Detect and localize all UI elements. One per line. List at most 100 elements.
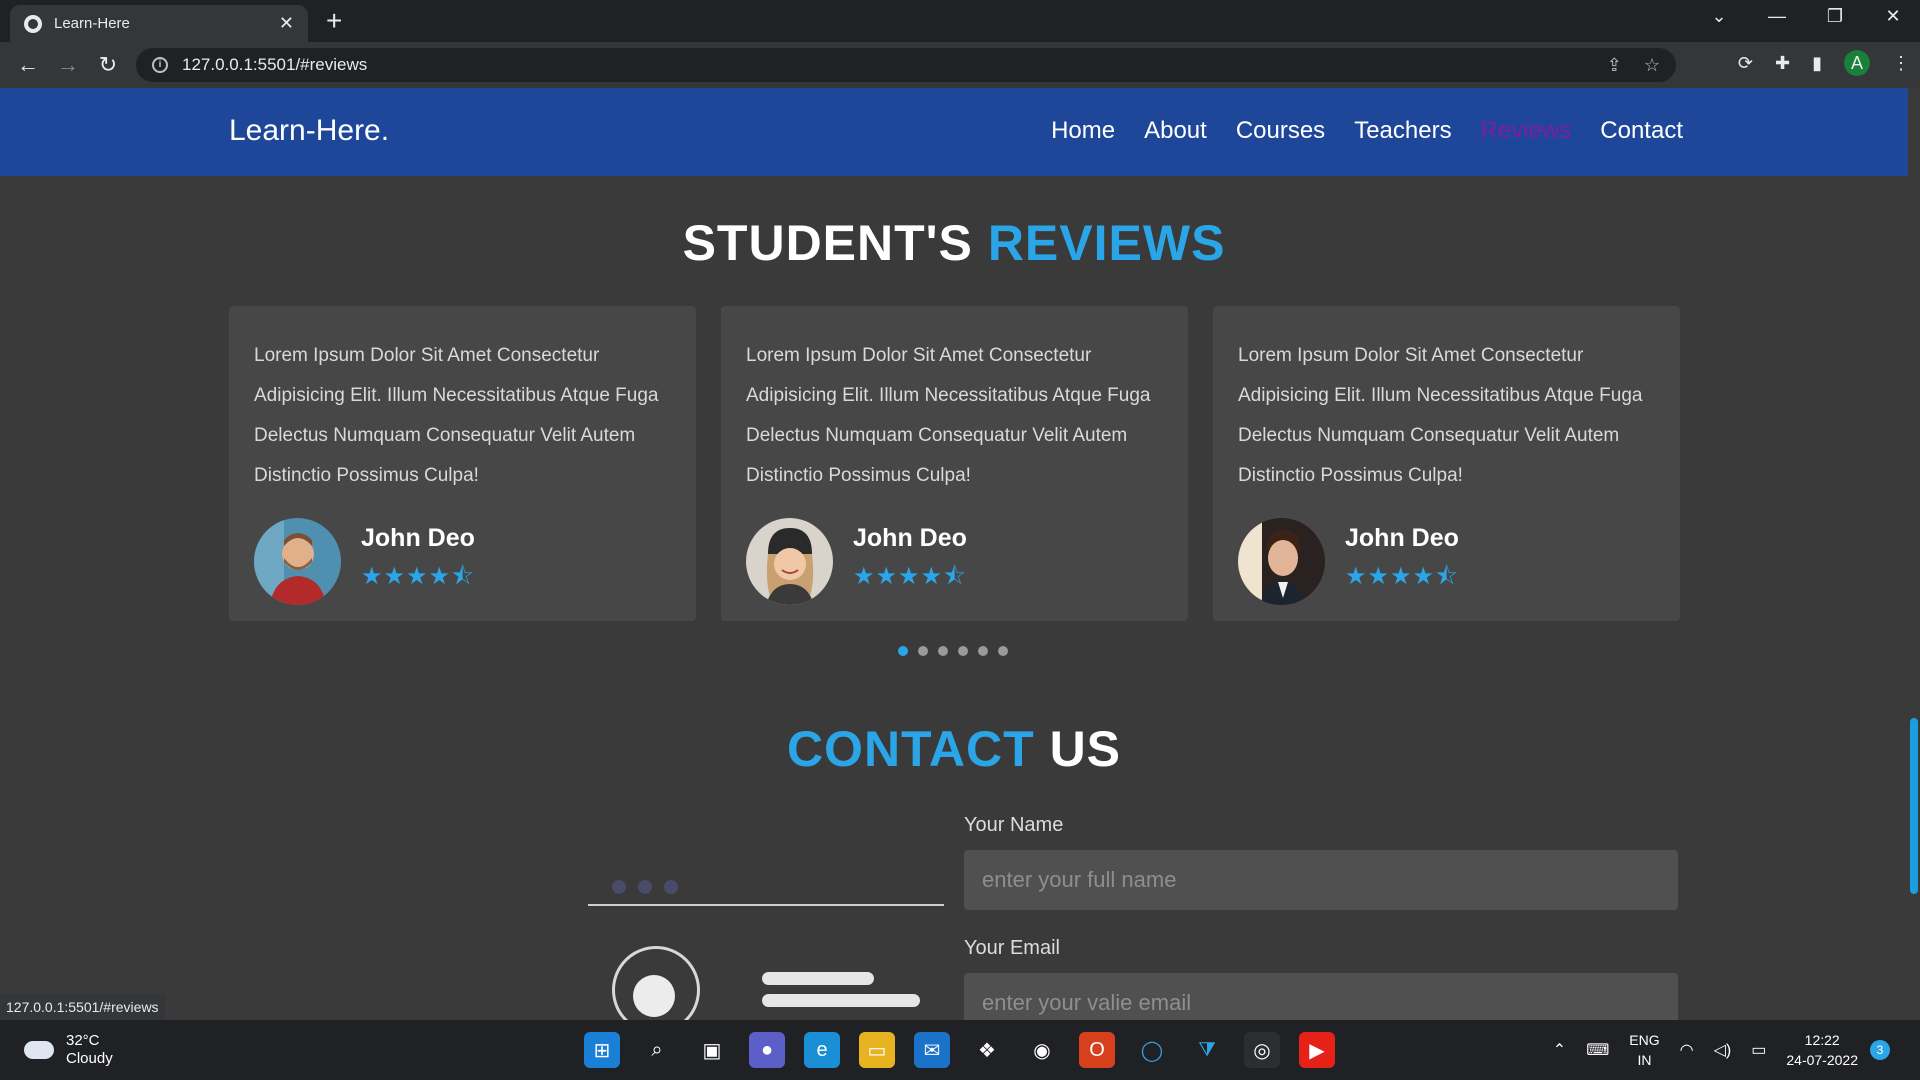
name-label: Your Name [964,814,1064,836]
teams-chat-icon[interactable]: ● [749,1032,785,1068]
vscode-icon[interactable]: ⧩ [1189,1032,1225,1068]
search-icon[interactable]: ⌕ [639,1032,675,1068]
name-input[interactable] [964,850,1678,910]
contact-heading-part2: US [1049,721,1122,777]
pagination-dot[interactable] [938,646,948,656]
review-card: Lorem Ipsum Dolor Sit Amet Consectetur A… [721,306,1188,621]
illustration-face-icon [633,975,675,1017]
review-text: Lorem Ipsum Dolor Sit Amet Consectetur A… [254,345,659,486]
youtube-icon[interactable]: ▶ [1299,1032,1335,1068]
close-tab-icon[interactable]: ✕ [279,13,294,34]
tray-overflow-chevron-icon[interactable]: ⌃ [1553,1040,1566,1060]
volume-icon[interactable]: ◁) [1714,1040,1732,1060]
review-carousel: Lorem Ipsum Dolor Sit Amet Consectetur A… [229,306,1705,621]
language-indicator[interactable]: ENG IN [1629,1030,1659,1070]
illustration-dots [612,880,690,894]
nav-home[interactable]: Home [1051,117,1115,145]
weather-temp: 32°C [66,1032,100,1049]
edge-browser-icon[interactable]: e [804,1032,840,1068]
review-card: Lorem Ipsum Dolor Sit Amet Consectetur A… [1213,306,1680,621]
url-text[interactable]: 127.0.0.1:5501/#reviews [182,55,1585,75]
clock[interactable]: 12:22 24-07-2022 [1786,1030,1858,1070]
notification-badge[interactable]: 3 [1870,1040,1890,1060]
bookmark-star-icon[interactable]: ☆ [1644,55,1660,76]
reviewer-name: John Deo [1345,523,1459,552]
browser-tab[interactable]: Learn-Here ✕ [10,5,308,42]
half-star-icon: ⯪ [1435,562,1459,590]
pagination-dot[interactable] [978,646,988,656]
chrome-icon[interactable]: ◎ [1244,1032,1280,1068]
profile-avatar[interactable]: A [1844,50,1870,76]
reviewer-avatar [746,518,833,605]
nav-teachers[interactable]: Teachers [1354,117,1451,145]
star-rating: ★★★★⯪ [853,562,967,590]
restore-button[interactable]: ❐ [1806,6,1864,27]
minimize-button[interactable]: — [1748,6,1806,27]
side-panel-icon[interactable]: ▮ [1812,53,1822,74]
share-icon[interactable]: ⇪ [1607,55,1622,76]
email-label: Your Email [964,937,1060,959]
clock-date: 24-07-2022 [1786,1052,1858,1068]
tab-search-icon[interactable]: ⌄ [1690,6,1748,27]
back-button[interactable]: ← [8,52,48,78]
nav-about[interactable]: About [1144,117,1207,145]
carousel-pagination [898,646,1018,656]
pagination-dot[interactable] [998,646,1008,656]
review-text: Lorem Ipsum Dolor Sit Amet Consectetur A… [746,345,1151,486]
reviews-heading-part2: REVIEWS [987,215,1226,271]
sync-icon[interactable]: ⟳ [1738,53,1753,74]
mail-icon[interactable]: ✉ [914,1032,950,1068]
wifi-icon[interactable]: ◠ [1680,1040,1694,1060]
illustration-text-line [762,972,874,985]
pagination-dot[interactable] [918,646,928,656]
scrollbar-thumb[interactable] [1910,718,1918,894]
nav-reviews[interactable]: Reviews [1481,117,1572,145]
illustration-divider [588,904,944,906]
contact-heading: CONTACT US [0,720,1908,778]
pagination-dot-active[interactable] [898,646,908,656]
start-windows-icon[interactable]: ⊞ [584,1032,620,1068]
reviewer-avatar [254,518,341,605]
reload-button[interactable]: ↻ [88,52,128,78]
weather-widget[interactable]: 32°C Cloudy [24,1032,113,1068]
reviewer-avatar [1238,518,1325,605]
site-info-icon[interactable]: i [152,57,168,73]
review-text: Lorem Ipsum Dolor Sit Amet Consectetur A… [1238,345,1643,486]
forward-button[interactable]: → [48,52,88,78]
task-view-icon[interactable]: ▣ [694,1032,730,1068]
new-tab-button[interactable]: + [326,6,342,36]
browser-tab-strip: Learn-Here ✕ + ⌄ — ❐ ✕ [0,0,1920,42]
tab-title: Learn-Here [54,15,130,32]
site-header: Learn-Here. Home About Courses Teachers … [0,88,1908,176]
close-window-button[interactable]: ✕ [1864,6,1920,27]
taskbar-apps: ⊞ ⌕ ▣ ● e ▭ ✉ ❖ ◉ O ◯ ⧩ ◎ ▶ [584,1032,1354,1068]
github-icon[interactable]: ◉ [1024,1032,1060,1068]
browser-toolbar: ← → ↻ i 127.0.0.1:5501/#reviews ⇪ ☆ ⟳ ✚ … [0,42,1920,88]
extensions-icon[interactable]: ✚ [1775,53,1790,74]
weather-condition: Cloudy [66,1050,113,1067]
keyboard-icon[interactable]: ⌨ [1586,1040,1609,1060]
cloud-icon [24,1041,54,1059]
reviews-heading: STUDENT'S REVIEWS [0,214,1908,272]
dropbox-icon[interactable]: ❖ [969,1032,1005,1068]
nav-courses[interactable]: Courses [1236,117,1325,145]
file-explorer-icon[interactable]: ▭ [859,1032,895,1068]
clock-time: 12:22 [1804,1032,1840,1048]
battery-icon[interactable]: ▭ [1751,1040,1766,1060]
contact-heading-part1: CONTACT [786,721,1035,777]
main-nav: Home About Courses Teachers Reviews Cont… [1022,117,1683,145]
address-bar[interactable]: i 127.0.0.1:5501/#reviews ⇪ ☆ [136,48,1676,82]
pagination-dot[interactable] [958,646,968,656]
site-logo[interactable]: Learn-Here. [229,114,389,148]
region-code: IN [1637,1052,1652,1068]
nav-contact[interactable]: Contact [1600,117,1683,145]
language-code: ENG [1629,1032,1660,1048]
menu-kebab-icon[interactable]: ⋮ [1892,53,1910,74]
cortana-icon[interactable]: ◯ [1134,1032,1170,1068]
reviewer-name: John Deo [853,523,967,552]
reviews-heading-part1: STUDENT'S [682,215,973,271]
review-card: Lorem Ipsum Dolor Sit Amet Consectetur A… [229,306,696,621]
office-icon[interactable]: O [1079,1032,1115,1068]
star-rating: ★★★★⯪ [361,562,475,590]
link-status-bubble: 127.0.0.1:5501/#reviews [0,994,165,1020]
